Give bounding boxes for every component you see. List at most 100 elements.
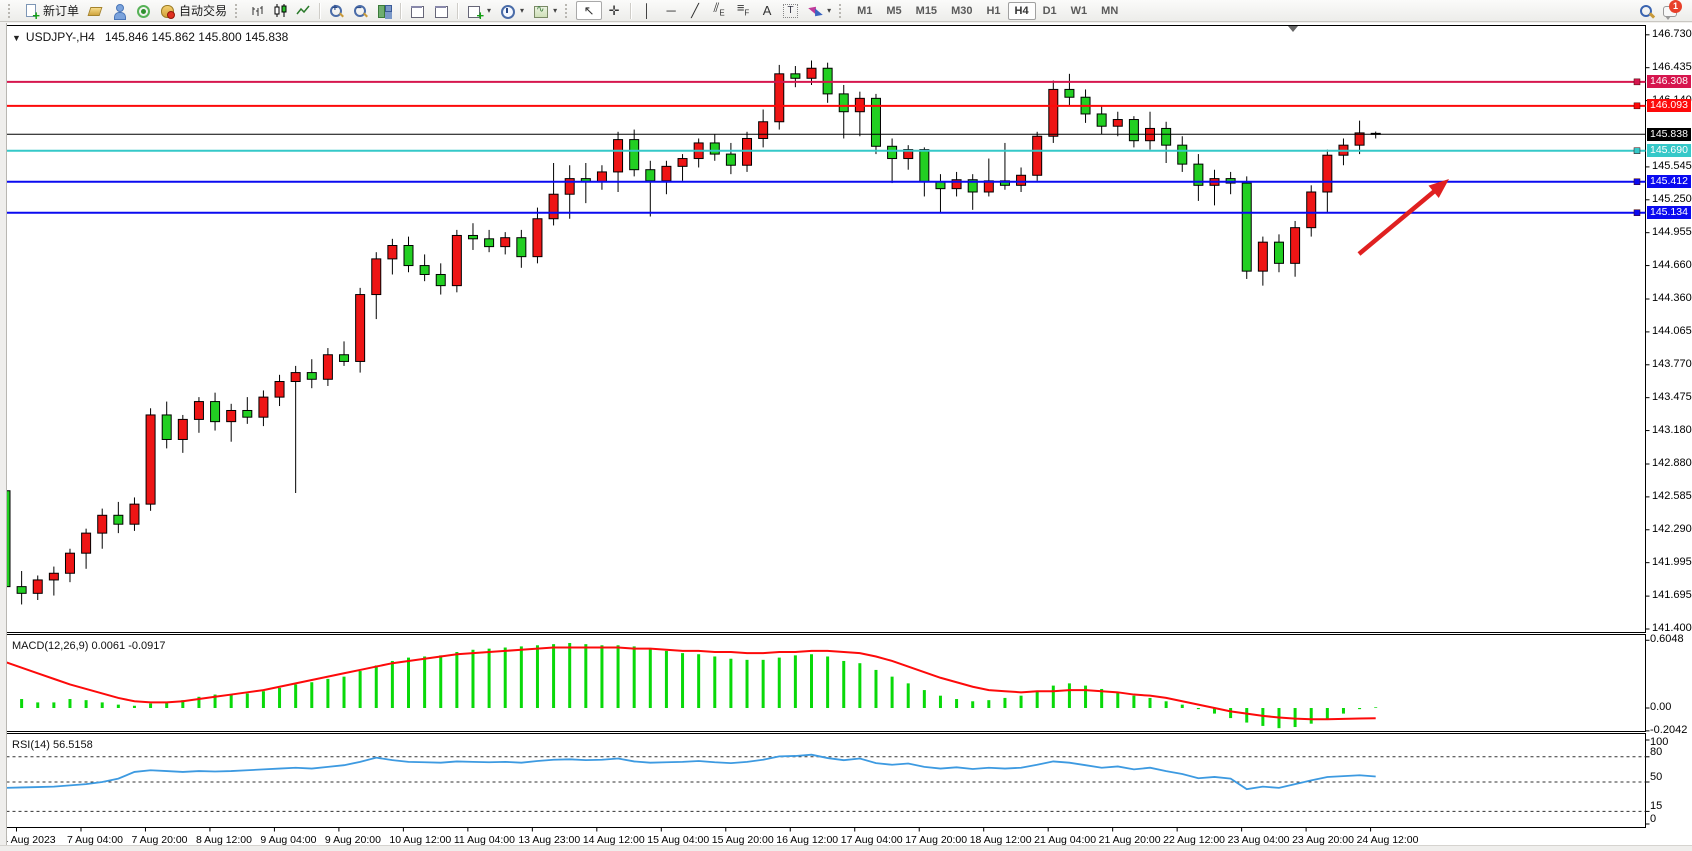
signal-icon — [135, 3, 151, 19]
line-chart-icon — [296, 3, 311, 18]
toolbar-drag-handle[interactable] — [235, 4, 242, 18]
line-chart-button[interactable] — [292, 1, 315, 21]
clock-icon — [499, 3, 515, 19]
date-label[interactable]: 9 Aug 04:00 — [260, 834, 316, 846]
price-tick-label: 144.360 — [1652, 292, 1692, 304]
trendline-icon: ╱ — [687, 3, 703, 19]
rsi-value: 56.5158 — [53, 739, 93, 751]
date-label[interactable]: 23 Aug 04:00 — [1228, 834, 1290, 846]
zoom-in-button[interactable]: + — [324, 1, 348, 21]
timeframe-m15[interactable]: M15 — [909, 2, 944, 20]
search-button[interactable] — [1634, 1, 1658, 21]
date-label[interactable]: 11 Aug 04:00 — [454, 834, 515, 846]
text-icon: A — [759, 3, 775, 19]
autotrade-button[interactable]: 自动交易 — [155, 1, 231, 21]
community-button[interactable] — [107, 1, 131, 21]
date-label[interactable]: 16 Aug 12:00 — [776, 834, 838, 846]
chart-canvas[interactable] — [0, 23, 1692, 845]
timeframe-m30[interactable]: M30 — [944, 2, 979, 20]
fibonacci-icon: ≡F — [735, 0, 751, 21]
periods-button[interactable]: ▾ — [495, 1, 528, 21]
dropdown-caret: ▾ — [487, 6, 491, 15]
date-label[interactable]: 13 Aug 23:00 — [518, 834, 580, 846]
price-line-badge: 145.412 — [1647, 175, 1691, 188]
chart-window[interactable]: ▼USDJPY-,H4145.846 145.862 145.800 145.8… — [0, 23, 1692, 845]
date-label[interactable]: 8 Aug 12:00 — [196, 834, 252, 846]
price-tick-label: 144.065 — [1652, 325, 1692, 337]
price-tick-label: 143.770 — [1652, 358, 1692, 370]
window-bottom-edge — [0, 845, 1692, 851]
date-label[interactable]: 21 Aug 04:00 — [1034, 834, 1096, 846]
chart-shift-icon — [433, 3, 449, 19]
macd-tick-label: 0.6048 — [1650, 633, 1684, 645]
date-label[interactable]: 24 Aug 12:00 — [1357, 834, 1419, 846]
fibonacci-tool-button[interactable]: ≡F — [731, 1, 755, 21]
date-label[interactable]: 22 Aug 12:00 — [1163, 834, 1225, 846]
date-label[interactable]: 15 Aug 20:00 — [712, 834, 774, 846]
auto-scroll-button[interactable] — [405, 1, 429, 21]
price-line-badge: 145.690 — [1647, 144, 1691, 157]
tile-windows-button[interactable] — [372, 1, 396, 21]
toolbar-drag-handle[interactable] — [8, 4, 15, 18]
symbol-title: USDJPY-,H4 — [26, 30, 95, 44]
price-tick-label: 143.180 — [1652, 424, 1692, 436]
price-tick-label: 141.695 — [1652, 589, 1692, 601]
date-label[interactable]: 10 Aug 12:00 — [389, 834, 451, 846]
text-label-icon: T — [783, 4, 798, 18]
toolbar-drag-handle[interactable] — [565, 4, 572, 18]
timeframe-m5[interactable]: M5 — [879, 2, 908, 20]
trendline-tool-button[interactable]: ╱ — [683, 1, 707, 21]
date-label[interactable]: 17 Aug 04:00 — [841, 834, 903, 846]
timeframe-m1[interactable]: M1 — [850, 2, 879, 20]
new-order-label: 新订单 — [43, 2, 79, 19]
rsi-tick-label: 15 — [1650, 800, 1662, 812]
timeframe-d1[interactable]: D1 — [1036, 2, 1064, 20]
chart-title: ▼USDJPY-,H4145.846 145.862 145.800 145.8… — [12, 30, 288, 44]
dropdown-caret: ▾ — [553, 6, 557, 15]
new-order-button[interactable]: 新订单 — [19, 1, 83, 21]
autotrade-icon — [159, 3, 175, 19]
window-left-edge — [0, 23, 7, 845]
date-label[interactable]: 7 Aug 20:00 — [131, 834, 187, 846]
crosshair-tool-button[interactable]: ✛ — [602, 1, 626, 21]
candlestick-chart-button[interactable] — [269, 1, 292, 21]
channel-tool-button[interactable]: ⫽E — [707, 1, 731, 21]
date-label[interactable]: 21 Aug 20:00 — [1099, 834, 1161, 846]
date-label[interactable]: 23 Aug 20:00 — [1292, 834, 1354, 846]
vertical-line-tool-button[interactable]: │ — [635, 1, 659, 21]
cursor-tool-button[interactable]: ↖ — [576, 1, 602, 20]
notifications-button[interactable]: 1 — [1658, 1, 1682, 21]
market-depth-button[interactable] — [83, 1, 107, 21]
timeframe-h1[interactable]: H1 — [979, 2, 1007, 20]
timeframe-h4[interactable]: H4 — [1008, 2, 1036, 20]
auto-scroll-icon — [409, 3, 425, 19]
collapse-caret-icon[interactable]: ▼ — [12, 33, 21, 43]
price-line-badge: 145.134 — [1647, 206, 1691, 219]
price-tick-label: 146.435 — [1652, 61, 1692, 73]
date-label[interactable]: 17 Aug 20:00 — [905, 834, 967, 846]
date-label[interactable]: 18 Aug 12:00 — [970, 834, 1032, 846]
crosshair-icon: ✛ — [606, 3, 622, 19]
pane-border — [7, 635, 1646, 732]
signals-button[interactable] — [131, 1, 155, 21]
date-label[interactable]: 9 Aug 20:00 — [325, 834, 381, 846]
price-tick-label: 141.995 — [1652, 556, 1692, 568]
templates-button[interactable]: ▾ — [528, 1, 561, 21]
date-label[interactable]: 14 Aug 12:00 — [583, 834, 645, 846]
date-label[interactable]: 7 Aug 04:00 — [67, 834, 123, 846]
timeframe-mn[interactable]: MN — [1094, 2, 1125, 20]
timeframe-w1[interactable]: W1 — [1064, 2, 1095, 20]
zoom-out-button[interactable]: − — [348, 1, 372, 21]
macd-signal-value: -0.0917 — [128, 640, 165, 652]
indicators-button[interactable]: ▾ — [462, 1, 495, 21]
chart-shift-button[interactable] — [429, 1, 453, 21]
horizontal-line-tool-button[interactable]: ─ — [659, 1, 683, 21]
text-tool-button[interactable]: A — [755, 1, 779, 21]
date-label[interactable]: 15 Aug 04:00 — [647, 834, 709, 846]
price-tick-label: 144.660 — [1652, 259, 1692, 271]
toolbar-drag-handle[interactable] — [839, 4, 846, 18]
arrows-tool-button[interactable]: ▾ — [802, 1, 835, 21]
bar-chart-button[interactable] — [246, 1, 269, 21]
date-label[interactable]: 4 Aug 2023 — [3, 834, 56, 846]
text-label-tool-button[interactable]: T — [779, 1, 802, 21]
